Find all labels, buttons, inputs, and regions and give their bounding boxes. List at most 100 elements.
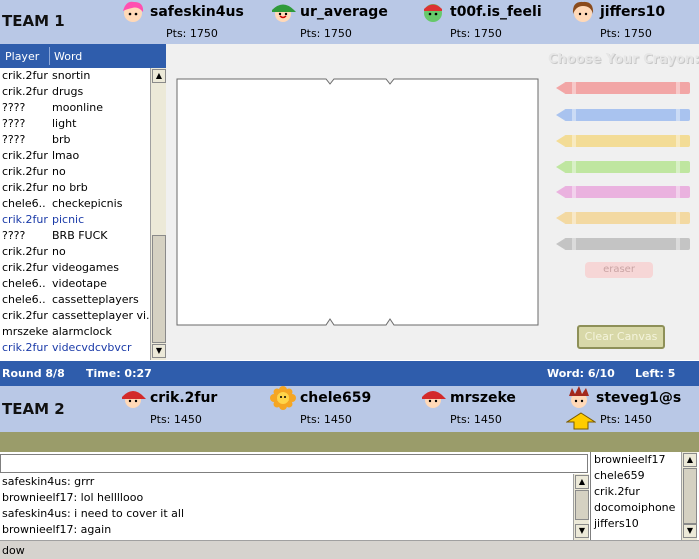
user-list-item[interactable]: brownieelf17 — [591, 452, 681, 468]
crayon-yellow[interactable] — [556, 133, 692, 149]
red-cap-avatar-icon — [122, 391, 146, 408]
scroll-down-arrow-icon[interactable]: ▼ — [152, 344, 166, 358]
word-row: ???? BRB FUCK — [0, 228, 150, 244]
team2-player-1: crik.2fur Pts: 1450 — [120, 386, 280, 430]
eraser-button[interactable]: eraser — [585, 262, 653, 278]
red-cap-avatar-icon — [422, 391, 446, 408]
word-guess-list: crik.2fur snortin crik.2fur drugs ???? moon… — [0, 68, 150, 360]
row-word: no — [52, 245, 66, 258]
player-name: ur_average — [300, 4, 388, 20]
time-remaining: Time: 0:27 — [86, 367, 152, 380]
player-name: steveg1@s — [596, 390, 682, 406]
player-points: Pts: 1450 — [150, 413, 202, 426]
crayon-picker-title: Choose Your Crayon: — [548, 52, 699, 67]
crayon-orange[interactable] — [556, 210, 692, 226]
row-player: crik.2fur — [2, 261, 48, 274]
word-row: crik.2fur no brb — [0, 180, 150, 196]
row-word: picnic — [52, 213, 85, 226]
crayon-purple[interactable] — [556, 184, 692, 200]
row-player: crik.2fur — [2, 341, 48, 354]
word-row: crik.2fur no — [0, 244, 150, 260]
separator-strip — [0, 432, 699, 452]
user-list-item[interactable]: docomoiphone — [591, 500, 681, 516]
player-points: Pts: 1750 — [600, 27, 652, 40]
green-face-avatar-icon — [424, 4, 442, 22]
scroll-up-arrow-icon[interactable]: ▲ — [683, 453, 697, 467]
crayon-green[interactable] — [556, 159, 692, 175]
sunflower-avatar-icon — [270, 386, 296, 410]
word-row: crik.2fur cassetteplayer vi.. — [0, 308, 150, 324]
chat-input[interactable] — [0, 454, 588, 473]
scrollbar-thumb[interactable] — [152, 235, 166, 343]
row-player: ???? — [2, 133, 26, 146]
row-player: crik.2fur — [2, 165, 48, 178]
pink-hair-avatar-icon — [123, 1, 144, 22]
green-cap-avatar-icon — [272, 4, 296, 22]
row-player: chele6.. — [2, 277, 46, 290]
word-row: ???? moonline — [0, 100, 150, 116]
word-row: mrszeke alarmclock — [0, 324, 150, 340]
row-word: videotape — [52, 277, 107, 290]
row-word: cassetteplayer vi.. — [52, 309, 150, 322]
row-player: crik.2fur — [2, 85, 48, 98]
player-name: crik.2fur — [150, 390, 218, 406]
word-row: chele6.. videotape — [0, 276, 150, 292]
row-word: snortin — [52, 69, 91, 82]
player-name: jiffers10 — [600, 4, 666, 20]
team1-player-3: t00f.is_feeli Pts: 1750 — [420, 0, 580, 44]
scroll-down-arrow-icon[interactable]: ▼ — [575, 524, 589, 538]
column-header-player[interactable]: Player — [5, 50, 39, 63]
scrollbar-thumb[interactable] — [683, 468, 697, 524]
player-name: chele659 — [300, 390, 372, 406]
scrollbar-thumb[interactable] — [575, 490, 589, 520]
drawing-canvas[interactable] — [176, 78, 539, 326]
team2-player-3: mrszeke Pts: 1450 — [420, 386, 580, 430]
player-points: Pts: 1450 — [300, 413, 352, 426]
player-points: Pts: 1750 — [166, 27, 218, 40]
row-player: ???? — [2, 117, 26, 130]
team2-player-4-current-drawer: steveg1@s Pts: 1450 — [566, 386, 699, 430]
row-word: lmao — [52, 149, 80, 162]
row-player: ???? — [2, 229, 26, 242]
user-list-item[interactable]: chele659 — [591, 468, 681, 484]
team1-label: TEAM 1 — [2, 12, 65, 30]
wordlist-header: Player Word — [0, 44, 166, 68]
row-player: crik.2fur — [2, 149, 48, 162]
word-row-highlighted: crik.2fur videcvdcvbvcr — [0, 340, 150, 356]
column-header-word[interactable]: Word — [54, 50, 82, 63]
word-row: ???? brb — [0, 132, 150, 148]
user-list-item[interactable]: jiffers10 — [591, 516, 681, 532]
player-points: Pts: 1750 — [450, 27, 502, 40]
word-row: crik.2fur drugs — [0, 84, 150, 100]
row-word: videogames — [52, 261, 119, 274]
status-text: dow — [2, 544, 25, 557]
chat-log: safeskin4us: grrr brownieelf17: lol hell… — [0, 474, 574, 540]
clear-canvas-button[interactable]: Clear Canvas — [577, 325, 665, 349]
row-word: cassetteplayers — [52, 293, 139, 306]
row-word: moonline — [52, 101, 103, 114]
user-list-item[interactable]: crik.2fur — [591, 484, 681, 500]
user-list-scrollbar[interactable]: ▲ ▼ — [681, 452, 697, 540]
scroll-up-arrow-icon[interactable]: ▲ — [575, 475, 589, 489]
crayon-blue[interactable] — [556, 107, 692, 123]
row-player: crik.2fur — [2, 181, 48, 194]
row-word: no brb — [52, 181, 88, 194]
row-player: crik.2fur — [2, 69, 48, 82]
team1-player-4: jiffers10 Pts: 1750 — [570, 0, 699, 44]
scroll-down-arrow-icon[interactable]: ▼ — [683, 524, 697, 538]
scroll-up-arrow-icon[interactable]: ▲ — [152, 69, 166, 83]
spiky-hair-avatar-icon — [569, 386, 589, 408]
column-separator — [49, 47, 50, 65]
row-word: light — [52, 117, 77, 130]
team1-player-1: safeskin4us Pts: 1750 — [120, 0, 280, 44]
row-word: videcvdcvbvcr — [52, 341, 132, 354]
word-row: crik.2fur videogames — [0, 260, 150, 276]
crayon-gray[interactable] — [556, 236, 692, 252]
word-row: crik.2fur lmao — [0, 148, 150, 164]
chat-scrollbar[interactable]: ▲ ▼ — [573, 474, 589, 540]
crayon-red[interactable] — [556, 80, 692, 96]
word-row-highlighted: crik.2fur picnic — [0, 212, 150, 228]
window-status-bar: dow — [0, 540, 699, 559]
wordlist-scrollbar[interactable]: ▲ ▼ — [150, 68, 166, 360]
player-name: t00f.is_feeli — [450, 4, 542, 20]
